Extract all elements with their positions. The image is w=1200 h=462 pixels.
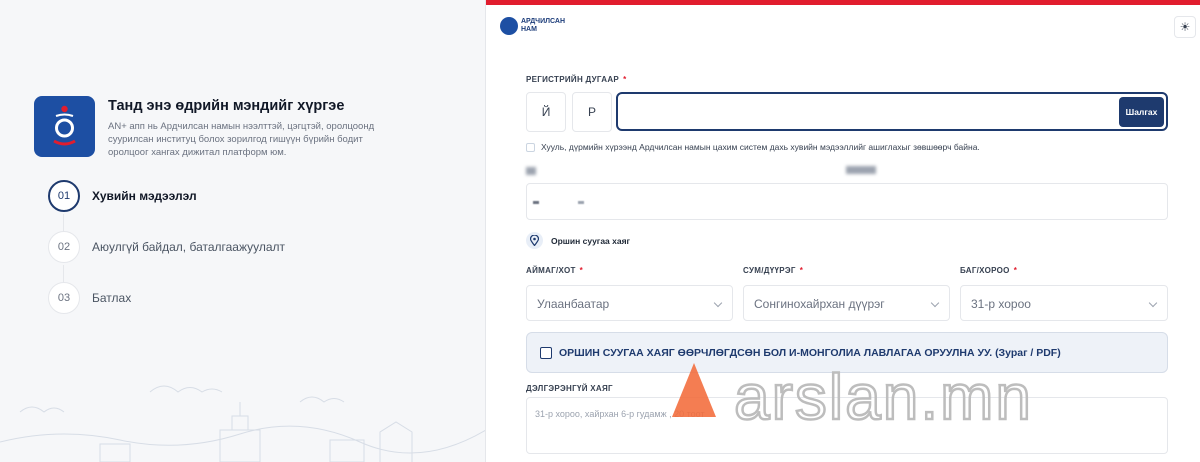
required-mark: *: [623, 75, 627, 84]
khoroo-label: БАГ/ХОРОО *: [960, 266, 1017, 275]
promo-description: AN+ апп нь Ардчилсан намын нээлттэй, цэг…: [108, 121, 375, 158]
label-text: СУМ/ДҮҮРЭГ: [743, 266, 796, 275]
city-skyline-illustration: [0, 385, 485, 462]
promo-title: Танд энэ өдрийн мэндийг хүргэе: [108, 98, 345, 114]
label-text: АЙМАГ/ХОТ: [526, 266, 576, 275]
redacted-value: [533, 201, 539, 204]
check-button[interactable]: Шалгах: [1119, 97, 1164, 127]
required-mark: *: [1013, 266, 1018, 275]
top-accent-bar: [486, 0, 1200, 5]
province-label: АЙМАГ/ХОТ *: [526, 266, 583, 275]
detail-address-label: ДЭЛГЭРЭНГҮЙ ХАЯГ: [526, 384, 613, 393]
consent-text: Хууль, дүрмийн хүрээнд Ардчилсан намын ц…: [541, 142, 980, 152]
redacted-value: [578, 201, 584, 204]
register-letter-2[interactable]: Р: [572, 92, 612, 132]
district-value: Сонгинохайрхан дүүрэг: [754, 297, 885, 311]
party-emblem-icon: [500, 17, 518, 35]
label-text: РЕГИСТРИЙН ДУГААР: [526, 75, 620, 84]
app-root: Танд энэ өдрийн мэндийг хүргэе AN+ апп н…: [0, 0, 1200, 462]
district-label: СУМ/ДҮҮРЭГ *: [743, 266, 803, 275]
gear-icon: ☀: [1179, 20, 1191, 34]
address-section-title: Оршин суугаа хаяг: [551, 236, 631, 246]
province-value: Улаанбаатар: [537, 297, 610, 311]
chevron-down-icon: [1148, 298, 1158, 308]
province-select[interactable]: Улаанбаатар: [526, 285, 733, 321]
registration-number-input[interactable]: Шалгах: [616, 92, 1168, 131]
required-mark: *: [799, 266, 804, 275]
khoroo-select[interactable]: 31-р хороо: [960, 285, 1168, 321]
step-number: 03: [48, 282, 80, 314]
step-personal-info[interactable]: 01 Хувийн мэдээлэл: [48, 180, 408, 214]
khoroo-value: 31-р хороо: [971, 297, 1031, 311]
step-confirm[interactable]: 03 Батлах: [48, 282, 408, 316]
redacted-label: [846, 166, 876, 174]
step-security[interactable]: 02 Аюулгүй байдал, баталгаажуулалт: [48, 231, 408, 265]
location-pin-icon: [526, 232, 543, 249]
chevron-down-icon: [930, 298, 940, 308]
label-text: БАГ/ХОРОО: [960, 266, 1010, 275]
required-mark: *: [579, 266, 584, 275]
app-logo: [34, 96, 95, 157]
arslan-watermark-logo: arslan.mn: [672, 360, 1033, 434]
step-label: Аюулгүй байдал, баталгаажуулалт: [92, 240, 286, 254]
settings-button[interactable]: ☀: [1174, 16, 1196, 38]
party-emblem-icon: [53, 105, 76, 146]
svg-text:arslan.mn: arslan.mn: [734, 361, 1033, 433]
brand-name: АРДЧИЛСАН НАМ: [521, 18, 566, 33]
step-label: Батлах: [92, 291, 132, 305]
redacted-field[interactable]: [526, 183, 1168, 220]
step-label: Хувийн мэдээлэл: [92, 189, 197, 203]
district-select[interactable]: Сонгинохайрхан дүүрэг: [743, 285, 950, 321]
address-change-checkbox[interactable]: [540, 347, 552, 359]
register-letter-1[interactable]: Й: [526, 92, 566, 132]
step-number: 01: [48, 180, 80, 212]
left-panel: Танд энэ өдрийн мэндийг хүргэе AN+ апп н…: [0, 0, 486, 462]
step-number: 02: [48, 231, 80, 263]
registration-label: РЕГИСТРИЙН ДУГААР *: [526, 75, 626, 84]
consent-checkbox[interactable]: [526, 143, 535, 152]
chevron-down-icon: [713, 298, 723, 308]
redacted-label: [526, 167, 536, 175]
